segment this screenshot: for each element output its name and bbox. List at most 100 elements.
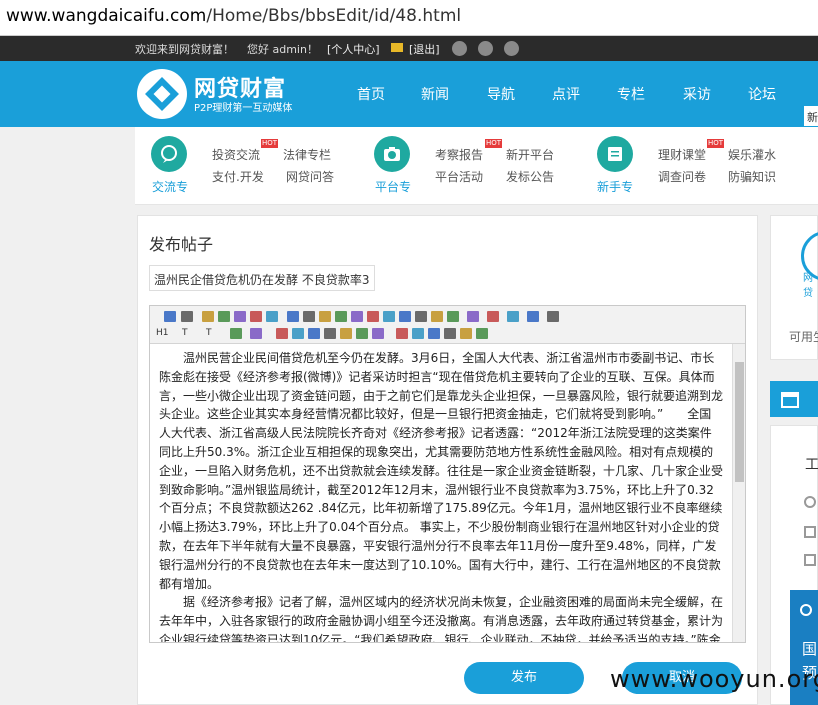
- wechat-icon[interactable]: [478, 41, 493, 56]
- editor-content[interactable]: 温州民营企业民间借贷危机至今仍在发酵。3月6日，全国人大代表、浙江省温州市市委副…: [150, 344, 732, 642]
- toolbar-button[interactable]: [356, 328, 368, 339]
- toolbar-button[interactable]: [308, 328, 320, 339]
- camera-icon[interactable]: [374, 136, 410, 172]
- nav-interview[interactable]: 采访: [683, 84, 711, 104]
- url-domain: www.wangdaicaifu.com: [6, 6, 207, 26]
- link-p2p-qa[interactable]: 网贷问答: [286, 168, 334, 185]
- toolbar-button[interactable]: [250, 311, 262, 322]
- link-payment-dev[interactable]: 支付.开发: [212, 168, 264, 185]
- toolbar-button[interactable]: [266, 311, 278, 322]
- address-bar[interactable]: www.wangdaicaifu.com/Home/Bbs/bbsEdit/id…: [0, 0, 818, 36]
- link-platform-activity[interactable]: 平台活动: [435, 168, 483, 185]
- scrollbar-thumb[interactable]: [735, 362, 744, 482]
- toolbar-button[interactable]: [287, 311, 299, 322]
- toolbar-button[interactable]: [399, 311, 411, 322]
- link-new-platform[interactable]: 新开平台: [506, 146, 554, 163]
- post-panel: 发布帖子 温州民企借贷危机仍在发酵 不良贷款率3 H1 T T 温州民营企业民间借贷…: [137, 215, 758, 705]
- toolbar-button[interactable]: [444, 328, 456, 339]
- link-invest-exchange[interactable]: 投资交流: [212, 146, 260, 163]
- link-bid-notice[interactable]: 发标公告: [506, 168, 554, 185]
- qq-icon[interactable]: [504, 41, 519, 56]
- editor-scrollbar[interactable]: [732, 344, 745, 642]
- toolbar-button[interactable]: [447, 311, 459, 322]
- new-button[interactable]: 新: [804, 106, 818, 126]
- toolbar-format-dropdown[interactable]: T: [206, 328, 212, 338]
- toolbar-button[interactable]: [428, 328, 440, 339]
- user-center-link[interactable]: [个人中心]: [327, 41, 380, 57]
- toolbar-button[interactable]: [367, 311, 379, 322]
- category-label-platform[interactable]: 平台专: [375, 178, 411, 195]
- greeting-text: 您好 admin！: [247, 43, 318, 56]
- chat-icon[interactable]: [151, 136, 187, 172]
- hot-badge: HOT: [707, 139, 725, 148]
- link-inspection-report[interactable]: 考察报告: [435, 146, 483, 163]
- editor-toolbar: H1 T T: [150, 306, 745, 344]
- toolbar-button[interactable]: [476, 328, 488, 339]
- toolbar-button[interactable]: [351, 311, 363, 322]
- nav-news[interactable]: 新闻: [421, 84, 449, 104]
- link-survey[interactable]: 调查问卷: [658, 168, 706, 185]
- toolbar-format-dropdown[interactable]: T: [182, 328, 188, 338]
- link-law-column[interactable]: 法律专栏: [283, 146, 331, 163]
- sidebar-hint: 可用生: [789, 330, 818, 344]
- toolbar-button[interactable]: [292, 328, 304, 339]
- publish-button[interactable]: 发布: [464, 662, 584, 694]
- book-icon[interactable]: [597, 136, 633, 172]
- sidebar-logo-box: 网贷 可用生: [770, 215, 818, 360]
- toolbar-button[interactable]: [164, 311, 176, 322]
- toolbar-button[interactable]: [181, 311, 193, 322]
- toolbar-button[interactable]: [431, 311, 443, 322]
- toolbar-button[interactable]: [383, 311, 395, 322]
- toolbar-button[interactable]: [335, 311, 347, 322]
- link-anti-fraud[interactable]: 防骗知识: [728, 168, 776, 185]
- toolbar-button[interactable]: [415, 311, 427, 322]
- toolbar-button[interactable]: [230, 328, 242, 339]
- nav-column[interactable]: 专栏: [617, 84, 645, 104]
- logout-link[interactable]: [退出]: [409, 41, 440, 57]
- nav-review[interactable]: 点评: [552, 84, 580, 104]
- toolbar-button[interactable]: [487, 311, 499, 322]
- nav-guide[interactable]: 导航: [487, 84, 515, 104]
- link-entertainment[interactable]: 娱乐灌水: [728, 146, 776, 163]
- edit-icon[interactable]: [804, 526, 816, 538]
- toolbar-button[interactable]: [218, 311, 230, 322]
- mail-icon[interactable]: [391, 43, 403, 52]
- toolbar-button[interactable]: [303, 311, 315, 322]
- toolbar-button[interactable]: [324, 328, 336, 339]
- toolbar-button[interactable]: [250, 328, 262, 339]
- toolbar-button[interactable]: [340, 328, 352, 339]
- ad-text-1: 国: [802, 640, 818, 658]
- hot-badge: HOT: [261, 139, 279, 148]
- nav-forum[interactable]: 论坛: [748, 84, 776, 104]
- site-header: 网贷财富 P2P理财第一互动媒体 首页 新闻 导航 点评 专栏 采访 论坛 新: [0, 61, 818, 127]
- nav-home[interactable]: 首页: [357, 84, 385, 104]
- toolbar-button[interactable]: [276, 328, 288, 339]
- post-title-input[interactable]: 温州民企借贷危机仍在发酵 不良贷款率3: [149, 265, 375, 291]
- toolbar-button[interactable]: [234, 311, 246, 322]
- toolbar-button[interactable]: [319, 311, 331, 322]
- toolbar-button[interactable]: [202, 311, 214, 322]
- toolbar-button[interactable]: [412, 328, 424, 339]
- toolbar-button[interactable]: [460, 328, 472, 339]
- calendar-small-icon[interactable]: [804, 554, 816, 566]
- category-label-exchange[interactable]: 交流专: [152, 178, 188, 195]
- toolbar-button[interactable]: [507, 311, 519, 322]
- toolbar-button[interactable]: [467, 311, 479, 322]
- toolbar-button[interactable]: [396, 328, 408, 339]
- search-icon[interactable]: [804, 496, 816, 508]
- logo-icon[interactable]: [137, 69, 187, 119]
- weibo-icon[interactable]: [452, 41, 467, 56]
- page: www.wangdaicaifu.com/Home/Bbs/bbsEdit/id…: [0, 0, 818, 705]
- category-strip: 交流专 投资交流 HOT 法律专栏 支付.开发 网贷问答 平台专 考察报告 HO…: [135, 127, 818, 205]
- toolbar-format-dropdown[interactable]: H1: [156, 328, 169, 338]
- url-text[interactable]: www.wangdaicaifu.com/Home/Bbs/bbsEdit/id…: [6, 6, 461, 26]
- content-paragraph: 据《经济参考报》记者了解，温州区域内的经济状况尚未恢复，企业融资困难的局面尚未完…: [159, 595, 724, 642]
- toolbar-button[interactable]: [527, 311, 539, 322]
- toolbar-button[interactable]: [547, 311, 559, 322]
- link-finance-class[interactable]: 理财课堂: [658, 146, 706, 163]
- toolbar-button[interactable]: [372, 328, 384, 339]
- category-label-newbie[interactable]: 新手专: [597, 178, 633, 195]
- sidebar-box-title: 工: [805, 457, 818, 473]
- sidebar-calendar-bar[interactable]: [770, 381, 818, 417]
- rich-text-editor: H1 T T 温州民营企业民间借贷危机至今仍在发酵。3月6日，全国人大代表、浙江省温…: [149, 305, 746, 643]
